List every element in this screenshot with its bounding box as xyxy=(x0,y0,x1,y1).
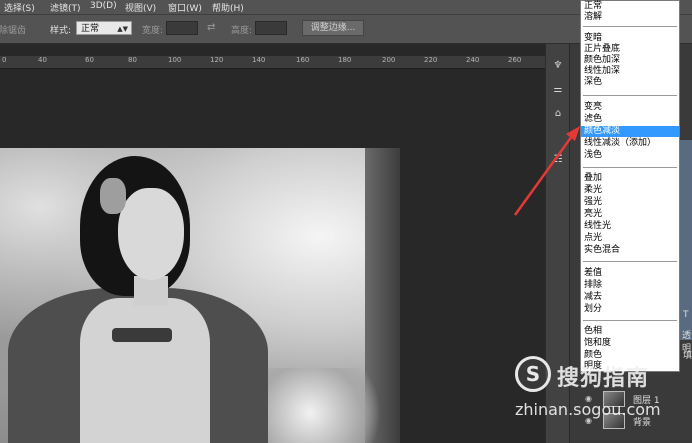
watermark-url: zhinan.sogou.com xyxy=(515,400,661,419)
watermark-brand: 搜狗指南 xyxy=(557,366,650,391)
watermark: S 搜狗指南 zhinan.sogou.com xyxy=(515,356,692,443)
sogou-logo-icon: S xyxy=(515,356,551,392)
